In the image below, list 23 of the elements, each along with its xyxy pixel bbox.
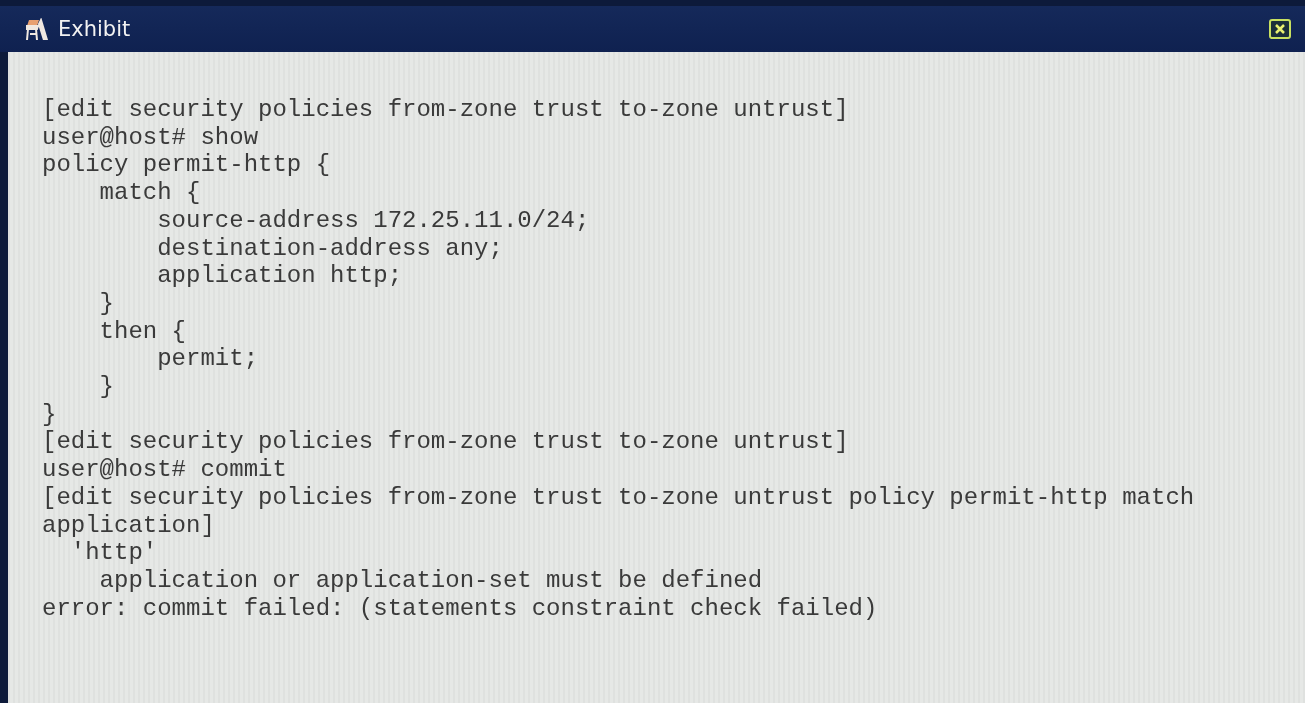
terminal-line: permit; bbox=[156, 345, 259, 374]
terminal-line: destination-address any; bbox=[156, 234, 503, 263]
terminal-line: match { bbox=[98, 179, 201, 207]
close-button[interactable] bbox=[1269, 19, 1291, 39]
terminal-line: 'http' bbox=[69, 539, 158, 567]
easel-icon bbox=[26, 18, 50, 40]
terminal-line: policy permit-http { bbox=[42, 151, 331, 180]
terminal-line: user@host# show bbox=[42, 123, 259, 152]
terminal-line: source-address 172.25.11.0/24; bbox=[156, 206, 590, 235]
terminal-line: } bbox=[98, 289, 114, 318]
terminal-line: application or application-set must be defined bbox=[98, 566, 763, 595]
terminal-line: } bbox=[42, 400, 57, 429]
terminal-line: [edit security policies from-zone trust to-zone untrust policy permit-http match bbox=[42, 483, 1195, 512]
terminal-line: [edit security policies from-zone trust to-zone untrust] bbox=[42, 428, 849, 457]
terminal-line: } bbox=[98, 373, 114, 401]
terminal-line: application] bbox=[42, 511, 215, 540]
close-icon bbox=[1274, 23, 1286, 35]
window-title: Exhibit bbox=[58, 17, 132, 41]
terminal-line: application http; bbox=[156, 262, 403, 290]
terminal-line: error: commit failed: (statements constraint check failed) bbox=[42, 594, 878, 623]
terminal-line: [edit security policies from-zone trust to-zone untrust] bbox=[42, 96, 849, 124]
terminal-line: then { bbox=[98, 317, 187, 346]
terminal-line: user@host# commit bbox=[42, 456, 287, 484]
